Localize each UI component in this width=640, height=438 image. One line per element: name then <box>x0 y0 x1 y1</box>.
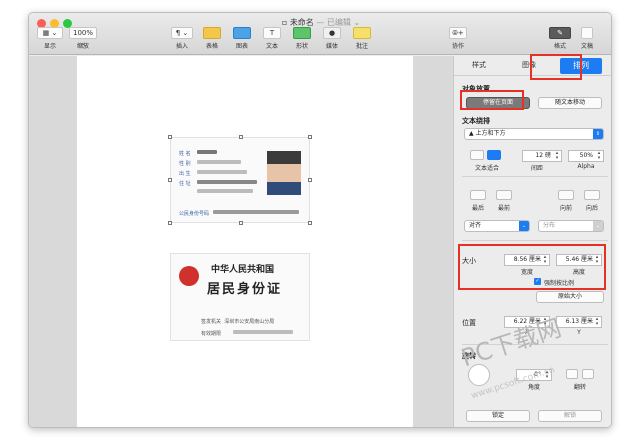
highlight-stay-on-page <box>460 90 524 110</box>
resize-handle[interactable] <box>168 221 172 225</box>
stepper-icon[interactable]: ▴ ▾ <box>596 151 602 161</box>
text-icon: T <box>263 27 281 39</box>
position-label: 位置 <box>462 319 476 327</box>
document-canvas <box>29 56 453 427</box>
front-button[interactable] <box>496 190 512 200</box>
media-button[interactable]: ● 媒体 <box>323 27 341 50</box>
document-icon <box>581 27 593 39</box>
insert-button[interactable]: ¶ ⌄ 插入 <box>171 27 193 50</box>
highlight-size-section <box>458 244 606 290</box>
paintbrush-icon: ✎ <box>549 27 571 39</box>
document-icon: ▫ <box>281 18 290 27</box>
highlight-arrange-tab <box>530 54 582 80</box>
collaborate-icon: ⦾+ <box>449 27 467 39</box>
move-with-text-button[interactable]: 随文本移动 <box>538 97 602 109</box>
zoom-button[interactable]: 100% ⌄ 缩放 <box>69 27 97 50</box>
chart-icon <box>233 27 251 39</box>
resize-handle[interactable] <box>239 135 243 139</box>
document-page[interactable] <box>77 56 413 427</box>
format-button[interactable]: ✎ 格式 <box>549 27 571 50</box>
wrap-box-icon[interactable] <box>487 150 501 160</box>
back-label: 最后 <box>471 205 484 212</box>
original-size-button[interactable]: 原始大小 <box>536 291 604 303</box>
alpha-field[interactable]: 50% ▴ ▾ <box>568 150 604 162</box>
resize-handle[interactable] <box>308 221 312 225</box>
title-bar: ▫ 未命名 — 已编辑 ⌄ ▦ ⌄ 显示 100% ⌄ 缩放 ¶ ⌄ 插入 表格… <box>29 13 611 55</box>
wrap-shape-icon[interactable] <box>470 150 484 160</box>
alpha-label: Alpha <box>577 163 595 170</box>
id-card-back-image[interactable]: 中华人民共和国 居民身份证 签发机关 深圳市公安局南山分局 有效期限 <box>170 253 310 341</box>
forward-button[interactable] <box>558 190 574 200</box>
resize-handle[interactable] <box>308 135 312 139</box>
chevron-down-icon[interactable]: ⌄ <box>353 18 360 27</box>
flip-horizontal-icon[interactable] <box>566 369 578 379</box>
text-fit-label: 文本适合 <box>474 165 499 172</box>
view-button[interactable]: ▦ ⌄ 显示 <box>37 27 63 50</box>
text-wrap-select[interactable]: ▲ 上方和下方 ⇕ <box>464 128 604 140</box>
align-select[interactable]: 对齐 ⌄ <box>464 220 530 232</box>
chart-button[interactable]: 图表 <box>233 27 251 50</box>
collaborate-button[interactable]: ⦾+ 协作 <box>449 27 467 50</box>
spacing-label: 间距 <box>530 165 543 172</box>
view-icon: ▦ ⌄ <box>37 27 63 39</box>
chevron-updown-icon: ⇕ <box>593 129 603 139</box>
text-wrap-label: 文本绕排 <box>462 117 490 125</box>
shape-button[interactable]: 形状 <box>293 27 311 50</box>
forward-label: 向前 <box>559 205 572 212</box>
document-button[interactable]: 文稿 <box>581 27 593 50</box>
id-card-front-image[interactable]: 姓 名 性 别 出 生 住 址 公民身份号码 <box>168 135 312 225</box>
flip-vertical-icon[interactable] <box>582 369 594 379</box>
stepper-icon[interactable]: ▴ ▾ <box>554 151 560 161</box>
resize-handle[interactable] <box>308 178 312 182</box>
spacing-field[interactable]: 12 磅 ▴ ▾ <box>522 150 562 162</box>
lock-button[interactable]: 锁定 <box>466 410 530 422</box>
pages-window: ▫ 未命名 — 已编辑 ⌄ ▦ ⌄ 显示 100% ⌄ 缩放 ¶ ⌄ 插入 表格… <box>28 12 612 428</box>
table-button[interactable]: 表格 <box>203 27 221 50</box>
resize-handle[interactable] <box>239 221 243 225</box>
resize-handle[interactable] <box>168 178 172 182</box>
chevron-down-icon: ⌄ <box>519 221 529 231</box>
resize-handle[interactable] <box>168 135 172 139</box>
flip-label: 翻转 <box>573 384 586 391</box>
text-button[interactable]: T 文本 <box>263 27 281 50</box>
divider <box>462 240 608 241</box>
tab-style[interactable]: 样式 <box>472 60 486 70</box>
window-title: ▫ 未命名 — 已编辑 ⌄ <box>281 18 361 27</box>
unlock-button[interactable]: 解锁 <box>538 410 602 422</box>
shape-icon <box>293 27 311 39</box>
stepper-icon[interactable]: ▴ ▾ <box>594 317 600 327</box>
id-photo <box>267 151 301 195</box>
media-icon: ● <box>323 27 341 39</box>
table-icon <box>203 27 221 39</box>
backward-button[interactable] <box>584 190 600 200</box>
national-emblem-icon <box>179 266 199 286</box>
comment-icon <box>353 27 371 39</box>
divider <box>462 176 608 177</box>
front-label: 最前 <box>497 205 510 212</box>
y-field[interactable]: 6.13 厘米 ▴ ▾ <box>556 316 602 328</box>
zoom-field[interactable]: 100% ⌄ <box>69 27 97 47</box>
distribute-select[interactable]: 分布 ⌄ <box>538 220 604 232</box>
back-button[interactable] <box>470 190 486 200</box>
chevron-down-icon: ⌄ <box>593 221 603 231</box>
paragraph-icon: ¶ ⌄ <box>171 27 193 39</box>
comment-button[interactable]: 批注 <box>353 27 371 50</box>
backward-label: 向后 <box>585 205 598 212</box>
